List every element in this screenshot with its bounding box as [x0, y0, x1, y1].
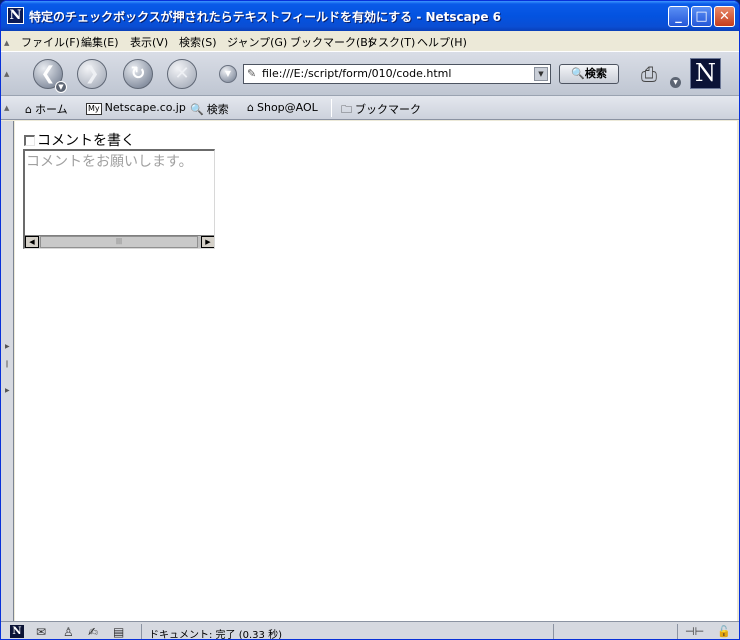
window-title: 特定のチェックボックスが押されたらテキストフィールドを有効にする - Netsc…	[29, 10, 502, 24]
online-status-icon[interactable]: ⊣⊢	[685, 625, 704, 638]
menu-go[interactable]: ジャンプ(G)	[227, 34, 287, 50]
minimize-icon: _	[675, 9, 682, 24]
chevron-right-icon: ▶	[5, 343, 10, 350]
chevron-right-icon: ▶	[5, 387, 10, 394]
security-lock-icon[interactable]: 🔓	[717, 625, 731, 638]
menu-view[interactable]: 表示(V)	[130, 34, 168, 50]
textarea-horizontal-scrollbar[interactable]: ◀ ||| ▶	[25, 235, 214, 248]
title-bar[interactable]: N 特定のチェックボックスが押されたらテキストフィールドを有効にする - Net…	[1, 1, 739, 31]
home-label: ホーム	[34, 103, 68, 116]
scroll-thumb[interactable]: |||	[40, 236, 198, 248]
search-icon: 🔍	[571, 67, 585, 80]
menu-bookmarks[interactable]: ブックマーク(B)	[290, 34, 372, 50]
toolbar-grip-icon[interactable]: ▲	[4, 39, 12, 49]
page-icon: ✎	[247, 67, 257, 80]
reload-button[interactable]: ↻	[123, 59, 153, 89]
personal-toolbar: ▲ ⌂ ホーム My Netscape.co.jp 🔍 検索 ⌂ Shop@AOL 🗀 ブ…	[1, 96, 739, 120]
comment-textarea[interactable]: コメントをお願いします。 ◀ ||| ▶	[23, 149, 215, 249]
shop-label: Shop@AOL	[256, 101, 318, 114]
toolbar-grip-icon[interactable]: ▲	[4, 70, 12, 80]
toolbar-divider	[331, 99, 332, 117]
menu-tasks[interactable]: タスク(T)	[367, 34, 415, 50]
browser-window: N 特定のチェックボックスが押されたらテキストフィールドを有効にする - Net…	[0, 0, 740, 640]
netscape-throbber-icon[interactable]: N	[690, 58, 721, 89]
menu-file[interactable]: ファイル(F)	[21, 34, 80, 50]
shop-icon: ⌂	[247, 101, 254, 114]
composer-icon[interactable]: ✍	[88, 625, 98, 639]
address-book-icon[interactable]: ▤	[113, 625, 124, 639]
url-text: file:///E:/script/form/010/code.html	[262, 67, 452, 80]
menu-search[interactable]: 検索(S)	[179, 34, 217, 50]
comment-placeholder: コメントをお願いします。	[26, 154, 193, 170]
home-link[interactable]: ⌂ ホーム	[25, 101, 68, 117]
mail-icon[interactable]: ✉	[36, 625, 46, 639]
status-text: ドキュメント: 完了 (0.33 秒)	[149, 630, 282, 640]
netscape-status-icon[interactable]: N	[10, 625, 24, 638]
stop-button[interactable]: ✕	[167, 59, 197, 89]
forward-icon: ❯	[84, 63, 100, 84]
search-link[interactable]: 🔍 検索	[190, 101, 229, 117]
navigation-toolbar: ▲ ❮ ▼ ❯ ↻ ✕ ▼ ✎ file:///E:/script/form/0…	[1, 51, 739, 96]
scroll-left-icon[interactable]: ◀	[25, 236, 39, 248]
aim-icon[interactable]: ♙	[63, 625, 74, 639]
sidebar-grip-icon: ║	[5, 361, 9, 368]
search-button[interactable]: 🔍検索	[559, 64, 619, 84]
folder-icon: 🗀	[341, 103, 352, 116]
netscape-link[interactable]: My Netscape.co.jp	[86, 101, 186, 115]
search-button-label: 検索	[584, 67, 607, 80]
close-button[interactable]: ✕	[714, 6, 735, 27]
maximize-icon: □	[695, 9, 708, 24]
scroll-right-icon[interactable]: ▶	[201, 236, 214, 248]
page-content: コメントを書く コメントをお願いします。 ◀ ||| ▶	[15, 121, 737, 621]
comment-checkbox-row[interactable]: コメントを書く	[24, 130, 135, 150]
comment-checkbox-label: コメントを書く	[37, 133, 135, 149]
status-divider	[141, 624, 142, 639]
maximize-button[interactable]: □	[691, 6, 712, 27]
stop-icon: ✕	[174, 63, 190, 84]
menu-edit[interactable]: 編集(E)	[81, 34, 119, 50]
reload-icon: ↻	[130, 63, 146, 84]
print-dropdown-icon[interactable]: ▼	[670, 77, 681, 88]
netscape-app-icon[interactable]: N	[7, 7, 24, 24]
status-bar: N ✉ ♙ ✍ ▤ ドキュメント: 完了 (0.33 秒) ⊣⊢ 🔓	[1, 621, 739, 640]
status-divider	[553, 624, 554, 639]
sidebar-toggle[interactable]: ▶ ║ ▶	[1, 121, 14, 621]
menu-help[interactable]: ヘルプ(H)	[417, 34, 467, 50]
netscape-label: Netscape.co.jp	[104, 101, 186, 114]
my-netscape-icon: My	[86, 103, 102, 115]
shop-link[interactable]: ⌂ Shop@AOL	[247, 101, 318, 114]
search-label: 検索	[206, 103, 229, 116]
url-history-button[interactable]: ▼	[219, 65, 237, 83]
print-icon[interactable]: ⎙	[641, 62, 669, 86]
back-button[interactable]: ❮ ▼	[33, 59, 67, 93]
status-divider	[677, 624, 678, 639]
comment-checkbox[interactable]	[24, 135, 35, 146]
bookmarks-folder[interactable]: 🗀 ブックマーク	[341, 101, 421, 120]
menu-bar: ▲ ファイル(F) 編集(E) 表示(V) 検索(S) ジャンプ(G) ブックマ…	[1, 31, 739, 51]
bookmarks-label: ブックマーク	[355, 103, 421, 116]
forward-button[interactable]: ❯	[77, 59, 107, 89]
home-icon: ⌂	[25, 103, 32, 116]
back-icon: ❮	[40, 63, 56, 84]
search-icon: 🔍	[190, 103, 204, 116]
back-dropdown-icon[interactable]: ▼	[55, 81, 67, 93]
close-icon: ✕	[719, 9, 730, 24]
minimize-button[interactable]: _	[668, 6, 689, 27]
url-dropdown-icon[interactable]: ▼	[534, 67, 548, 81]
chevron-down-icon: ▼	[224, 69, 232, 78]
toolbar-grip-icon[interactable]: ▲	[4, 104, 12, 114]
url-input[interactable]: ✎ file:///E:/script/form/010/code.html ▼	[243, 64, 551, 84]
